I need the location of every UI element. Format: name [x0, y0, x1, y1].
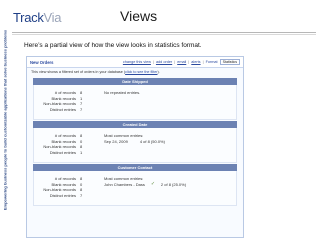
- filter-notice: This view shows a filtered set of orders…: [31, 70, 160, 74]
- section-customer-contact: Customer Contact # of records 8 Blank rec…: [27, 164, 243, 206]
- stat-label: Distinct entries: [49, 149, 76, 155]
- section-header: Customer Contact: [33, 164, 237, 171]
- logo-via: Via: [43, 10, 62, 25]
- separator: |: [188, 60, 190, 64]
- statistics-view-panel: New Orders change this view | add order …: [26, 56, 244, 238]
- stats-table: # of records 8 Blank records 0 Non-blank r…: [40, 133, 86, 155]
- page-title: Views: [120, 8, 158, 24]
- stat-label: Distinct entries: [49, 192, 76, 198]
- common-entry-row: John Chambers - Dass ✓ 2 of 8 (25.0%): [104, 182, 192, 188]
- stats-table: # of records 8 Blank records 1 Non-blank r…: [40, 90, 86, 112]
- common-entries: Most common entries: Sep 24, 2009 4 of 8 …: [104, 133, 171, 144]
- common-entries: Most common entries: John Chambers - Das…: [104, 176, 192, 187]
- separator: |: [174, 60, 176, 64]
- alerts-link[interactable]: alerts: [191, 60, 200, 64]
- section-header: Created Date: [33, 121, 237, 128]
- view-name: New Orders: [30, 59, 54, 65]
- common-entry-count: 4 of 8 (50.0%): [139, 138, 165, 144]
- common-entries: No repeated entries.: [104, 90, 140, 96]
- slide-caption: Here’s a partial view of how the view lo…: [24, 42, 202, 49]
- section-body: # of records 8 Blank records 0 Non-blank r…: [33, 171, 237, 206]
- change-view-link[interactable]: change this view: [123, 60, 151, 64]
- common-entry-value: Sep 24, 2009: [104, 138, 128, 144]
- stat-row: Distinct entries 7: [40, 193, 86, 199]
- divider: [12, 32, 316, 33]
- separator: |: [152, 60, 154, 64]
- format-label: Format: [205, 60, 218, 64]
- filter-text: This view shows a filtered set of orders…: [31, 70, 123, 74]
- add-order-link[interactable]: add order: [156, 60, 172, 64]
- section-created-date: Created Date # of records 8 Blank records…: [27, 121, 243, 163]
- stats-table: # of records 8 Blank records 0 Non-blank r…: [40, 176, 86, 198]
- logo-track: Track: [13, 10, 44, 25]
- common-entry-value: John Chambers - Dass: [104, 181, 145, 187]
- separator: |: [202, 60, 204, 64]
- see-filter-link[interactable]: click to see the filter: [125, 70, 157, 74]
- vertical-tagline: Empowering business people to build cust…: [0, 0, 10, 240]
- common-entry-row: Sep 24, 2009 4 of 8 (50.0%): [104, 139, 171, 145]
- common-entries-title: No repeated entries.: [104, 90, 141, 95]
- stat-label: Distinct entries: [49, 106, 76, 112]
- stat-value: 1: [80, 149, 83, 155]
- view-toolbar: New Orders change this view | add order …: [27, 57, 243, 68]
- stat-row: Distinct entries 1: [40, 150, 86, 156]
- trackvia-logo: TrackVia: [13, 10, 61, 25]
- divider-secondary: [12, 34, 316, 35]
- view-actions: change this view | add order | email | a…: [123, 59, 240, 65]
- section-body: # of records 8 Blank records 0 Non-blank r…: [33, 128, 237, 163]
- email-link[interactable]: email: [177, 60, 186, 64]
- section-date-shipped: Date Shipped # of records 8 Blank records…: [27, 78, 243, 120]
- common-entry-count: 2 of 8 (25.0%): [160, 181, 187, 187]
- stat-value: 7: [80, 192, 83, 198]
- tagline-text: Empowering business people to build cust…: [2, 29, 8, 211]
- format-select[interactable]: Statistics: [219, 59, 240, 65]
- stat-value: 7: [80, 106, 83, 112]
- check-icon: ✓: [150, 181, 156, 188]
- section-header: Date Shipped: [33, 78, 237, 85]
- stat-row: Distinct entries 7: [40, 107, 86, 113]
- section-body: # of records 8 Blank records 1 Non-blank r…: [33, 85, 237, 120]
